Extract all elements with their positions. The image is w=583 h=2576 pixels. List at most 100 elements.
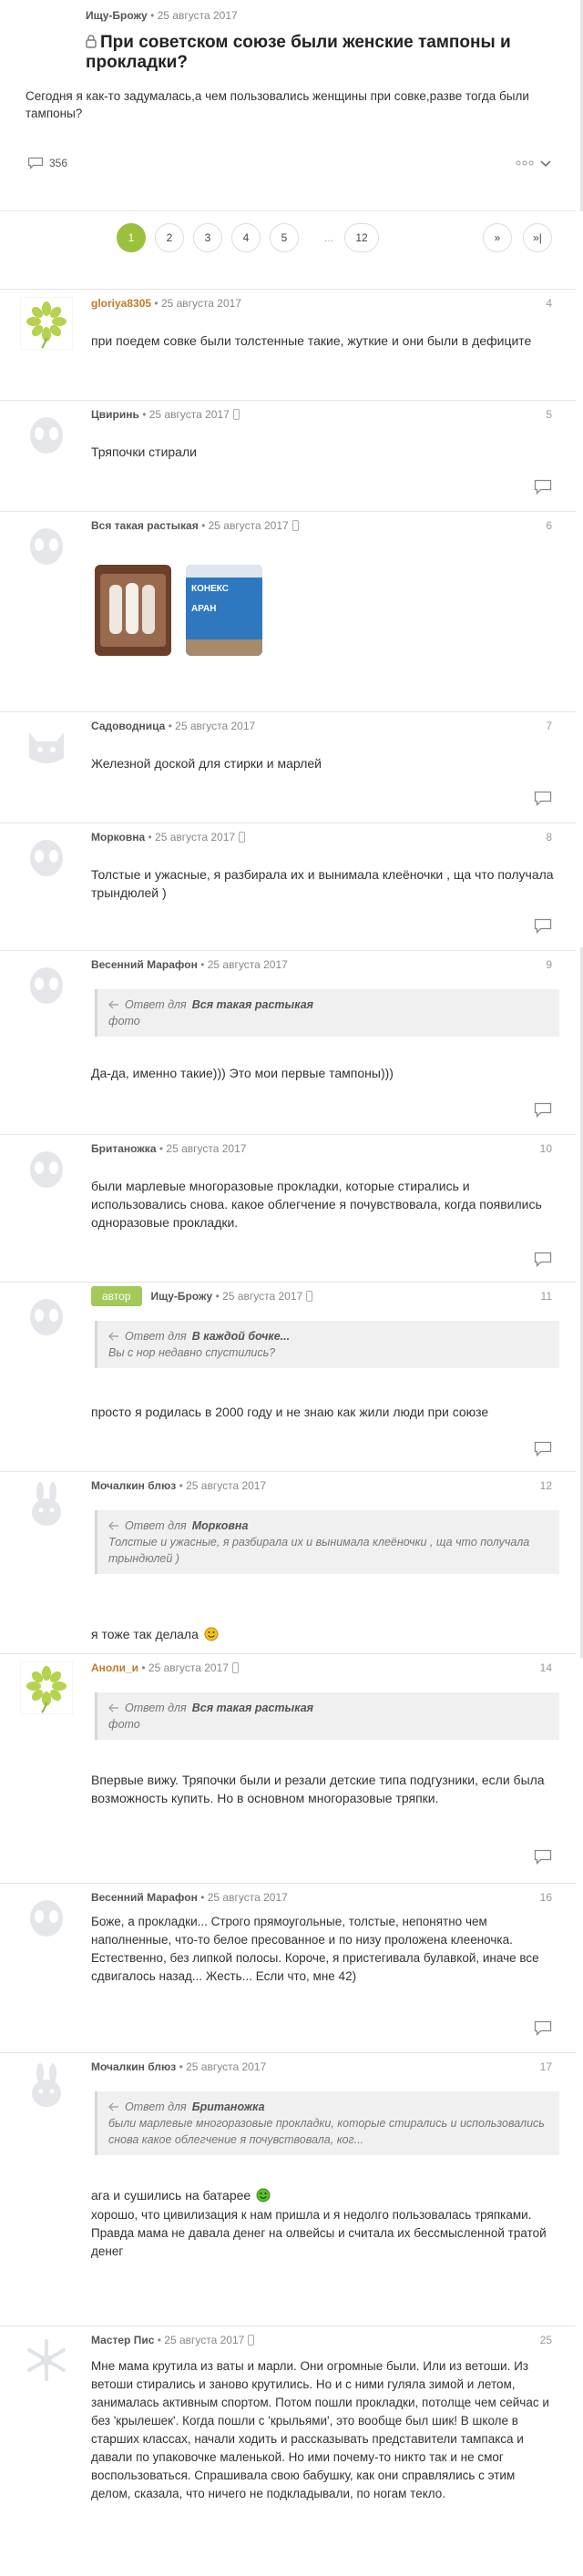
comment-16: Весенний Марафон • 25 августа 2017 16 Бо… [0,1884,576,2053]
comment-author[interactable]: Мастер Пис [91,2334,154,2346]
next-page-button[interactable]: » [483,223,512,252]
bunny-avatar-icon[interactable] [20,2060,73,2113]
comment-number[interactable]: 7 [546,720,552,732]
comment-meta: Садоводница • 25 августа 2017 [91,720,256,732]
snowflake-avatar-icon[interactable] [20,2334,73,2387]
comment-number[interactable]: 16 [540,1891,552,1904]
tampon-photo-1[interactable] [95,565,171,656]
bunny-avatar-icon[interactable] [20,1479,73,1532]
reply-icon[interactable] [534,1102,552,1119]
reply-icon[interactable] [534,918,552,935]
alien-avatar-icon[interactable] [20,1891,73,1944]
comment-number[interactable]: 4 [546,297,552,310]
topic-header: Ищу-Брожу • 25 августа 2017 При советско… [0,0,576,211]
author-badge: автор [91,1286,142,1306]
alien-avatar-icon[interactable] [20,519,73,572]
comment-author[interactable]: Мочалкин блюз [91,2060,176,2073]
comment-author[interactable]: Вся такая растыкая [91,519,199,532]
quote-author[interactable]: В каждой бочке... [192,1328,290,1344]
comment-number[interactable]: 17 [540,2060,552,2073]
comment-number[interactable]: 6 [546,519,552,532]
comment-text-line: ага и сушились на батарее [91,2188,251,2203]
flower-avatar-icon[interactable] [20,1661,73,1714]
lock-icon [86,35,97,48]
page-5-button[interactable]: 5 [270,223,299,252]
reply-icon[interactable] [534,2020,552,2037]
comment-author[interactable]: Морковна [91,831,145,843]
comment-author[interactable]: Весенний Марафон [91,1891,198,1904]
comment-date: 25 августа 2017 [148,1661,229,1674]
reply-quote[interactable]: Ответ для В каждой бочке... Вы с нор нед… [95,1321,559,1368]
more-icon[interactable] [516,160,534,166]
comments-count[interactable]: 356 [27,157,67,169]
page-4-button[interactable]: 4 [231,223,261,252]
comment-author[interactable]: Садоводница [91,720,165,732]
last-page-button[interactable]: »| [523,223,552,252]
reply-icon[interactable] [534,1441,552,1457]
comment-number[interactable]: 5 [546,408,552,421]
comment-11: автор Ищу-Брожу • 25 августа 2017 11 Отве… [0,1283,576,1472]
reply-quote[interactable]: Ответ для Вся такая растыкая фото [95,989,559,1037]
alien-avatar-icon[interactable] [20,1290,73,1343]
reply-arrow-icon [108,1332,118,1341]
comment-meta: Британожка • 25 августа 2017 [91,1142,247,1155]
page-3-button[interactable]: 3 [193,223,222,252]
topic-title[interactable]: При советском союзе были женские тампоны… [86,33,541,73]
flower-avatar-icon[interactable] [20,297,73,350]
comment-number[interactable]: 9 [546,958,552,971]
alien-avatar-icon[interactable] [20,408,73,461]
comment-number[interactable]: 14 [540,1661,552,1674]
comment-date: 25 августа 2017 [186,2060,267,2073]
comment-12: Мочалкин блюз • 25 августа 2017 12 Ответ… [0,1472,576,1654]
comment-author[interactable]: Весенний Марафон [91,958,198,971]
reply-icon[interactable] [534,791,552,807]
quote-author[interactable]: Британожка [192,2099,265,2115]
page-1-button[interactable]: 1 [117,223,146,252]
cat-avatar-icon[interactable] [20,720,73,772]
quote-author[interactable]: Вся такая растыкая [192,1700,313,1716]
comment-number[interactable]: 10 [540,1142,552,1155]
comment-number[interactable]: 12 [540,1479,552,1492]
chevron-down-icon[interactable] [539,157,552,169]
quote-author[interactable]: Вся такая растыкая [192,997,313,1013]
comment-date: 25 августа 2017 [222,1290,303,1303]
comment-text: Железной доской для стирки и марлей [91,756,322,771]
comment-text: Да-да, именно такие))) Это мои первые та… [91,1066,394,1080]
comment-number[interactable]: 8 [546,831,552,843]
topic-date: 25 августа 2017 [157,9,238,22]
comment-date: 25 августа 2017 [207,958,288,971]
comment-author[interactable]: Ищу-Брожу [151,1290,213,1303]
reply-icon[interactable] [534,479,552,496]
author-avatar[interactable] [18,8,78,68]
comment-author[interactable]: Цвиринь [91,408,139,421]
topic-body: Сегодня я как-то задумалась,а чем пользо… [26,89,529,120]
comment-text: Мне мама крутила из ваты и марли. Они ог… [91,2359,549,2500]
reply-quote[interactable]: Ответ для Морковна Толстые и ужасные, я … [95,1510,559,1574]
topic-author[interactable]: Ищу-Брожу [86,9,148,22]
reply-quote[interactable]: Ответ для Вся такая растыкая фото [95,1692,559,1740]
page-2-button[interactable]: 2 [155,223,184,252]
alien-avatar-icon[interactable] [20,958,73,1011]
photo-package-text: КОНЕКС АРАН [191,584,229,614]
reply-arrow-icon [108,1521,118,1530]
reply-icon[interactable] [534,1849,552,1866]
comment-number[interactable]: 11 [541,1290,552,1303]
comment-date: 25 августа 2017 [207,1891,288,1904]
reply-icon[interactable] [534,1252,552,1268]
page-last-button[interactable]: 12 [344,223,379,252]
quote-author[interactable]: Морковна [192,1518,249,1534]
reply-quote[interactable]: Ответ для Британожка были марлевые много… [95,2091,559,2155]
comment-author[interactable]: Мочалкин блюз [91,1479,176,1492]
comment-number[interactable]: 25 [540,2334,552,2346]
alien-avatar-icon[interactable] [20,831,73,884]
quote-text: фото [108,1015,140,1027]
topic-title-text: При советском союзе были женские тампоны… [86,33,511,72]
alien-avatar-icon[interactable] [20,1142,73,1195]
comment-author[interactable]: Аноли_и [91,1661,138,1674]
comment-author[interactable]: gloriya8305 [91,297,151,310]
comment-author[interactable]: Британожка [91,1142,157,1155]
quote-prefix: Ответ для [125,1330,187,1343]
tampon-photo-2[interactable]: КОНЕКС АРАН [186,565,262,656]
comment-6: Вся такая растыкая • 25 августа 2017 6 К… [0,512,576,712]
mobile-icon [239,832,246,843]
